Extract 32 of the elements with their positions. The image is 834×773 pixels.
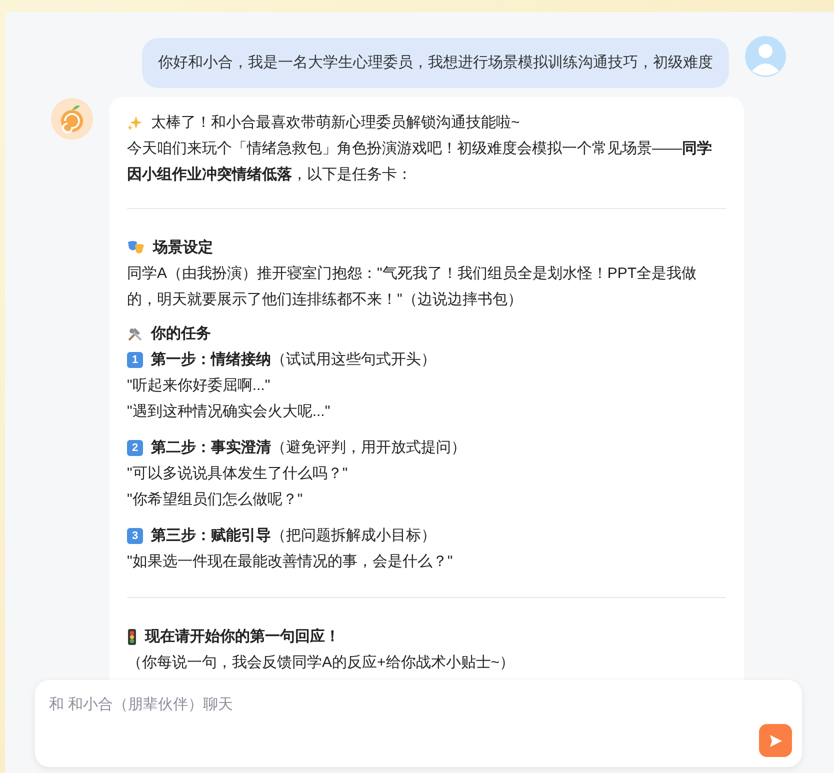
intro-text: 今天咱们来玩个「情绪急救包」角色扮演游戏吧！初级难度会模拟一个常见场景——同学因小组作业冲突情绪低落，以下是任务卡： — [127, 139, 713, 185]
step-title: 第二步：事实澄清 — [151, 438, 271, 458]
user-message: 你好和小合，我是一名大学生心理委员，我想进行场景模拟训练沟通技巧，初级难度 — [142, 38, 729, 88]
step-number-icon: 1 — [127, 352, 143, 368]
step-title: 第三步：赋能引导 — [151, 526, 271, 546]
section-title: 现在请开始你的第一句回应！ — [145, 627, 340, 647]
masks-icon — [127, 240, 145, 256]
message-composer[interactable]: 和 和小合（朋辈伙伴）聊天 — [35, 680, 802, 767]
step-hint: （试试用这些句式开头） — [271, 350, 436, 370]
instruction-text: （你每说一句，我会反馈同学A的反应+给你战术小贴士~） — [127, 653, 516, 673]
send-button[interactable] — [759, 724, 792, 757]
step-number-icon: 3 — [127, 528, 143, 544]
sparkles-icon — [127, 115, 143, 131]
user-avatar-icon — [745, 36, 786, 77]
traffic-light-icon — [127, 629, 137, 645]
example-phrase: "你希望组员们怎么做呢？" — [127, 490, 304, 510]
example-phrase: "如果选一件现在最能改善情况的事，会是什么？" — [127, 552, 454, 572]
scene-text: 同学A（由我扮演）推开寝室门抱怨："气死我了！我们组员全是划水怪！PPT全是我做的，明天就要展示了他们连排练都不来！"（边说边摔书包） — [127, 264, 698, 310]
example-phrase: "可以多说说具体发生了什么吗？" — [127, 464, 349, 484]
greeting-text: 太棒了！和小合最喜欢带萌新心理委员解锁沟通技能啦~ — [151, 113, 520, 133]
step-hint: （避免评判，用开放式提问） — [271, 438, 466, 458]
step-hint: （把问题拆解成小目标） — [271, 526, 436, 546]
tools-icon — [127, 326, 143, 342]
example-phrase: "听起来你好委屈啊..." — [127, 376, 272, 396]
send-icon — [768, 734, 782, 748]
message-input[interactable]: 和 和小合（朋辈伙伴）聊天 — [35, 680, 802, 716]
step-title: 第一步：情绪接纳 — [151, 350, 271, 370]
section-title: 你的任务 — [151, 324, 211, 344]
bot-avatar-icon — [51, 98, 93, 140]
section-title: 场景设定 — [153, 238, 213, 258]
step-number-icon: 2 — [127, 440, 143, 456]
example-phrase: "遇到这种情况确实会火大呢..." — [127, 402, 332, 422]
